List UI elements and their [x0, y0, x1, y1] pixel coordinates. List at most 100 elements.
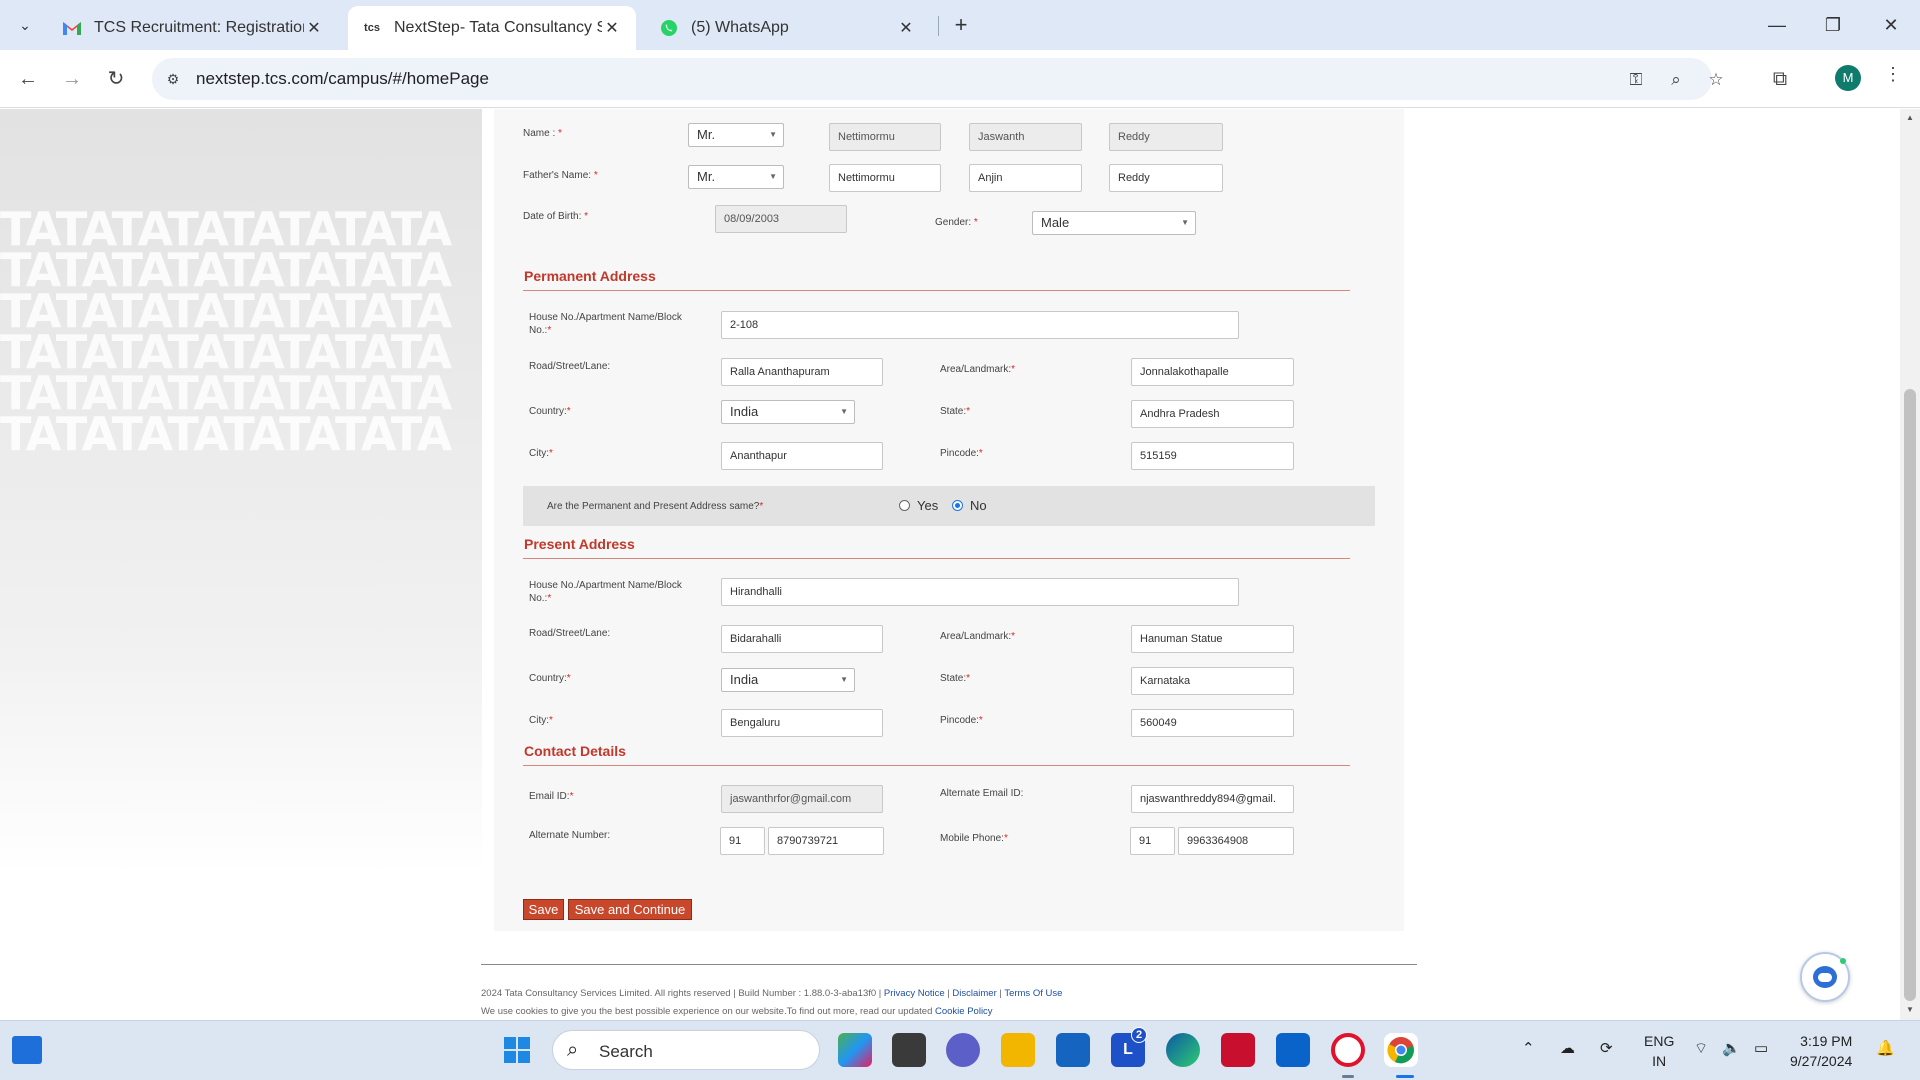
browser-menu-icon[interactable]: ⋮	[1880, 64, 1906, 92]
tab-whatsapp[interactable]: (5) WhatsApp ✕	[645, 6, 930, 50]
same-address-no-radio[interactable]	[952, 500, 963, 511]
notification-bell-icon[interactable]: 🔔	[1876, 1039, 1895, 1057]
father-first-name-field[interactable]: Nettimormu	[829, 164, 941, 192]
pres-road-field[interactable]: Bidarahalli	[721, 625, 883, 653]
tab-gmail[interactable]: TCS Recruitment: Registration S ✕	[48, 6, 338, 50]
present-address-title: Present Address	[524, 536, 635, 552]
alexa-icon[interactable]	[1276, 1033, 1310, 1067]
teams-chat-icon[interactable]	[946, 1033, 980, 1067]
windows-start-icon[interactable]	[500, 1033, 534, 1067]
back-arrow-icon[interactable]: ←	[12, 63, 44, 95]
footer-copyright: 2024 Tata Consultancy Services Limited. …	[481, 988, 1062, 999]
forward-arrow-icon[interactable]: →	[56, 63, 88, 95]
copyright-text: 2024 Tata Consultancy Services Limited. …	[481, 988, 882, 999]
terms-of-use-link[interactable]: Terms Of Use	[1004, 988, 1062, 999]
first-name-field[interactable]: Nettimormu	[829, 123, 941, 151]
system-clock[interactable]: 3:19 PM 9/27/2024	[1790, 1031, 1852, 1071]
perm-area-field[interactable]: Jonnalakothapalle	[1131, 358, 1294, 386]
father-middle-name-field[interactable]: Anjin	[969, 164, 1082, 192]
perm-city-field[interactable]: Ananthapur	[721, 442, 883, 470]
close-tab-icon[interactable]: ✕	[896, 18, 916, 38]
page-scrollbar[interactable]: ▲ ▼	[1900, 109, 1920, 1020]
email-label: Email ID:*	[529, 791, 574, 802]
alt-number-field[interactable]: 8790739721	[768, 827, 884, 855]
pres-house-label: House No./Apartment Name/Block No.:*	[529, 580, 682, 604]
taskbar-search-box[interactable]: ⌕ Search	[552, 1030, 820, 1070]
name-title-select[interactable]: Mr. ▼	[688, 123, 784, 147]
zoom-icon[interactable]: ⌕	[1664, 68, 1688, 92]
copilot-icon[interactable]	[838, 1033, 872, 1067]
pres-state-label: State:*	[940, 673, 971, 684]
same-address-yes-label[interactable]: Yes	[917, 498, 938, 513]
wifi-icon[interactable]: ⌔	[1694, 1039, 1708, 1058]
chatbot-icon[interactable]	[1800, 952, 1850, 1002]
mcafee-icon[interactable]	[1221, 1033, 1255, 1067]
perm-pincode-field[interactable]: 515159	[1131, 442, 1294, 470]
last-name-field[interactable]: Reddy	[1109, 123, 1223, 151]
minimize-icon[interactable]: —	[1762, 10, 1792, 40]
pres-state-field[interactable]: Karnataka	[1131, 667, 1294, 695]
new-tab-plus-icon[interactable]: +	[948, 12, 974, 38]
sync-icon[interactable]: ⟳	[1600, 1039, 1613, 1057]
show-hidden-icons-icon[interactable]: ⌃	[1522, 1039, 1535, 1057]
perm-state-field[interactable]: Andhra Pradesh	[1131, 400, 1294, 428]
site-settings-icon[interactable]: ⚙	[162, 68, 184, 90]
tab-nextstep[interactable]: tcs NextStep- Tata Consultancy Ser ✕	[348, 6, 636, 50]
dob-field[interactable]: 08/09/2003	[715, 205, 847, 233]
alt-email-field[interactable]: njaswanthreddy894@gmail.	[1131, 785, 1294, 813]
alt-number-code-field[interactable]: 91	[720, 827, 765, 855]
password-key-icon[interactable]: ⚿	[1624, 68, 1648, 92]
dropdown-arrow-icon: ▼	[840, 407, 848, 416]
middle-name-field[interactable]: Jaswanth	[969, 123, 1082, 151]
disclaimer-link[interactable]: Disclaimer	[952, 988, 996, 999]
profile-avatar[interactable]: M	[1835, 65, 1861, 91]
microsoft-store-icon[interactable]	[1056, 1033, 1090, 1067]
close-tab-icon[interactable]: ✕	[304, 18, 324, 38]
reload-icon[interactable]: ↻	[100, 63, 132, 95]
restore-icon[interactable]: ❐	[1818, 10, 1848, 40]
extensions-puzzle-icon[interactable]: ⧉	[1764, 63, 1796, 95]
mobile-code-field[interactable]: 91	[1130, 827, 1175, 855]
same-address-no-label[interactable]: No	[970, 498, 987, 513]
perm-road-field[interactable]: Ralla Ananthapuram	[721, 358, 883, 386]
file-explorer-icon[interactable]	[1001, 1033, 1035, 1067]
close-window-icon[interactable]: ✕	[1876, 10, 1906, 40]
scroll-thumb[interactable]	[1904, 389, 1916, 1001]
name-label: Name : *	[523, 128, 562, 139]
l-app-icon[interactable]: L2	[1111, 1027, 1147, 1067]
chrome-icon[interactable]	[1384, 1033, 1418, 1067]
volume-icon[interactable]: 🔈	[1722, 1039, 1741, 1057]
save-button[interactable]: Save	[523, 899, 564, 920]
bookmark-star-icon[interactable]: ☆	[1704, 68, 1728, 92]
scroll-up-icon[interactable]: ▲	[1904, 113, 1916, 122]
tab-search-chevron-icon[interactable]: ⌄	[10, 12, 40, 38]
gender-select[interactable]: Male ▼	[1032, 211, 1196, 235]
pres-city-field[interactable]: Bengaluru	[721, 709, 883, 737]
onedrive-icon[interactable]: ☁	[1560, 1039, 1575, 1057]
save-and-continue-button[interactable]: Save and Continue	[568, 899, 692, 920]
task-view-icon[interactable]	[892, 1033, 926, 1067]
edge-icon[interactable]	[1166, 1033, 1200, 1067]
close-tab-icon[interactable]: ✕	[602, 18, 622, 38]
battery-icon[interactable]: ▭	[1754, 1039, 1768, 1057]
pres-area-field[interactable]: Hanuman Statue	[1131, 625, 1294, 653]
widgets-icon[interactable]	[12, 1036, 42, 1064]
cookie-text: We use cookies to give you the best poss…	[481, 1006, 933, 1017]
address-bar[interactable]: ⚙ nextstep.tcs.com/campus/#/homePage ⚿ ⌕…	[152, 58, 1724, 100]
father-title-select[interactable]: Mr. ▼	[688, 165, 784, 189]
opera-icon[interactable]	[1331, 1033, 1365, 1067]
same-address-yes-radio[interactable]	[899, 500, 910, 511]
perm-house-field[interactable]: 2-108	[721, 311, 1239, 339]
pres-pincode-field[interactable]: 560049	[1131, 709, 1294, 737]
email-field[interactable]: jaswanthrfor@gmail.com	[721, 785, 883, 813]
pres-country-select[interactable]: India ▼	[721, 668, 855, 692]
language-indicator[interactable]: ENG IN	[1644, 1031, 1674, 1071]
father-last-name-field[interactable]: Reddy	[1109, 164, 1223, 192]
perm-country-select[interactable]: India ▼	[721, 400, 855, 424]
privacy-notice-link[interactable]: Privacy Notice	[884, 988, 945, 999]
cookie-policy-link[interactable]: Cookie Policy	[935, 1006, 993, 1017]
scroll-down-icon[interactable]: ▼	[1904, 1005, 1916, 1014]
mobile-field[interactable]: 9963364908	[1178, 827, 1294, 855]
pres-house-field[interactable]: Hirandhalli	[721, 578, 1239, 606]
url-text[interactable]: nextstep.tcs.com/campus/#/homePage	[196, 69, 489, 89]
